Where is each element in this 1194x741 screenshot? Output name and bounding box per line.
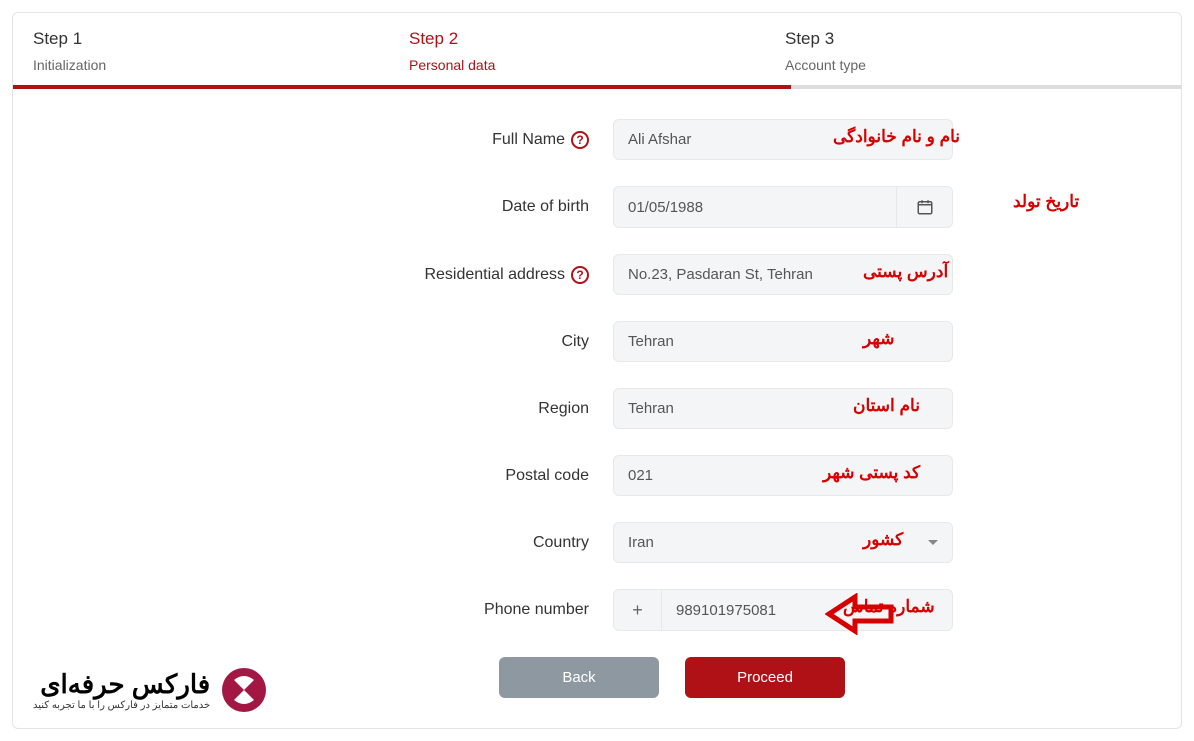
- row-country: Country Iran کشور: [53, 522, 1141, 563]
- annot-city: شهر: [863, 329, 894, 349]
- logo: فارکس حرفه‌ای خدمات متمایز در فارکس را ب…: [33, 666, 268, 714]
- row-full-name: Full Name ? نام و نام خانوادگی: [53, 119, 1141, 160]
- arrow-left-icon: [825, 593, 895, 635]
- back-button[interactable]: Back: [499, 657, 659, 698]
- country-label: Country: [533, 534, 589, 552]
- proceed-button[interactable]: Proceed: [685, 657, 845, 698]
- phone-prefix: +: [614, 590, 662, 630]
- row-region: Region نام استان: [53, 388, 1141, 429]
- step-1-title: Step 1: [33, 29, 409, 49]
- annot-dob: تاریخ تولد: [1013, 192, 1079, 212]
- step-1-sub: Initialization: [33, 57, 409, 73]
- calendar-button[interactable]: [896, 187, 952, 227]
- stepper: Step 1 Initialization Step 2 Personal da…: [13, 13, 1181, 73]
- annot-region: نام استان: [853, 396, 920, 416]
- step-2[interactable]: Step 2 Personal data: [409, 29, 785, 73]
- postal-label: Postal code: [505, 467, 589, 485]
- city-input[interactable]: [613, 321, 953, 362]
- form: Full Name ? نام و نام خانوادگی Date of b…: [13, 89, 1181, 698]
- step-3-title: Step 3: [785, 29, 1161, 49]
- row-phone: Phone number + شماره تماس: [53, 589, 1141, 631]
- annot-postal: کد پستی شهر: [823, 463, 920, 483]
- logo-mark-icon: [220, 666, 268, 714]
- row-dob: Date of birth تاریخ تولد: [53, 186, 1141, 228]
- city-label: City: [561, 333, 589, 351]
- logo-sub: خدمات متمایز در فارکس را با ما تجربه کنی…: [33, 700, 210, 711]
- step-2-title: Step 2: [409, 29, 785, 49]
- row-city: City شهر: [53, 321, 1141, 362]
- row-address: Residential address ? آدرس پستی: [53, 254, 1141, 295]
- full-name-label: Full Name: [492, 131, 565, 149]
- logo-text: فارکس حرفه‌ای خدمات متمایز در فارکس را ب…: [33, 669, 210, 711]
- button-row: Back Proceed: [203, 657, 1141, 698]
- annot-full-name: نام و نام خانوادگی: [833, 127, 960, 147]
- calendar-icon: [916, 198, 934, 216]
- help-icon[interactable]: ?: [571, 131, 589, 149]
- step-3[interactable]: Step 3 Account type: [785, 29, 1161, 73]
- step-3-sub: Account type: [785, 57, 1161, 73]
- chevron-down-icon: [928, 540, 938, 545]
- row-postal: Postal code کد پستی شهر: [53, 455, 1141, 496]
- country-value: Iran: [628, 534, 654, 551]
- form-card: Step 1 Initialization Step 2 Personal da…: [12, 12, 1182, 729]
- dob-input-wrap: [613, 186, 953, 228]
- logo-main: فارکس حرفه‌ای: [33, 669, 210, 700]
- address-label: Residential address: [424, 266, 565, 284]
- annot-country: کشور: [863, 530, 903, 550]
- region-label: Region: [538, 400, 589, 418]
- annot-address: آدرس پستی: [863, 262, 948, 282]
- step-2-sub: Personal data: [409, 57, 785, 73]
- arrow-annotation: [825, 593, 895, 640]
- help-icon[interactable]: ?: [571, 266, 589, 284]
- dob-input[interactable]: [614, 187, 896, 227]
- step-1[interactable]: Step 1 Initialization: [33, 29, 409, 73]
- phone-label: Phone number: [484, 601, 589, 619]
- dob-label: Date of birth: [502, 198, 589, 216]
